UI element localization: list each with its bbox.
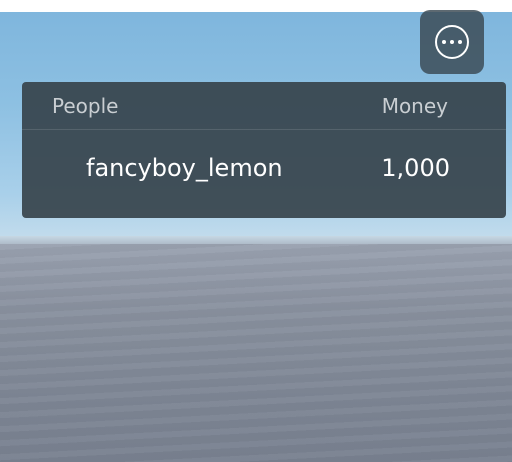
- more-options-icon: [435, 25, 469, 59]
- player-name: fancyboy_lemon: [86, 154, 283, 182]
- people-column-header: People: [52, 94, 119, 118]
- leaderboard-header: People Money: [22, 82, 506, 130]
- ground-baseplate: [0, 244, 512, 462]
- dot: [450, 40, 454, 44]
- more-options-button[interactable]: [420, 10, 484, 74]
- dot: [458, 40, 462, 44]
- player-money: 1,000: [381, 154, 450, 182]
- dot: [442, 40, 446, 44]
- leaderboard-row[interactable]: fancyboy_lemon 1,000: [22, 130, 506, 218]
- leaderboard-panel: People Money fancyboy_lemon 1,000: [22, 82, 506, 218]
- money-column-header: Money: [381, 94, 448, 118]
